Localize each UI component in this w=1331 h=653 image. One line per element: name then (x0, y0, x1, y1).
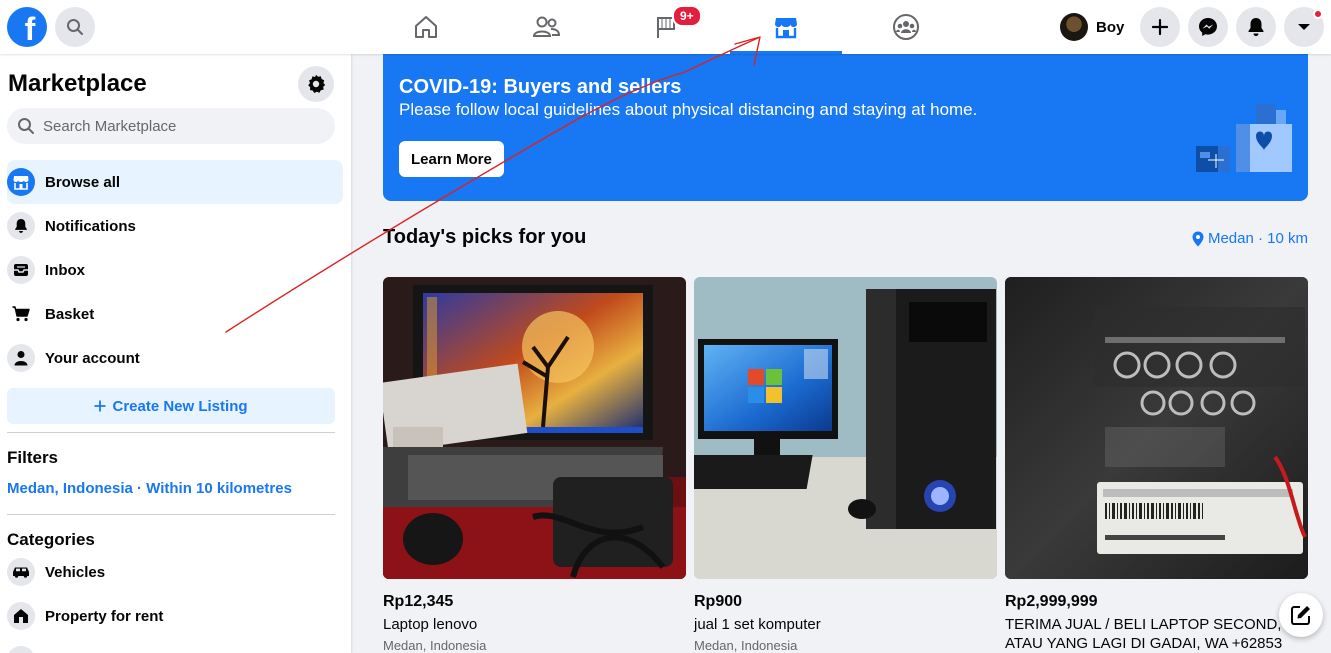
banner-title: COVID-19: Buyers and sellers (399, 76, 682, 98)
bell-icon (7, 212, 35, 240)
listing-title: TERIMA JUAL / BELI LAPTOP SECOND, ATAU Y… (1005, 616, 1283, 652)
tab-pages[interactable] (610, 0, 722, 54)
friends-icon (532, 16, 560, 37)
messenger-button[interactable] (1188, 7, 1228, 47)
marketplace-search[interactable] (7, 108, 335, 144)
notification-badge: 9+ (672, 5, 702, 27)
listing-card[interactable]: Rp12,345 Laptop lenovo Medan, Indonesia (383, 277, 686, 653)
location-label: Medan · 10 km (1207, 230, 1308, 247)
listing-title: Laptop lenovo (383, 616, 478, 633)
basket-icon (7, 300, 35, 328)
listing-card[interactable]: Rp2,999,999 TERIMA JUAL / BELI LAPTOP SE… (1005, 277, 1308, 653)
messenger-icon (1199, 18, 1217, 36)
search-icon (18, 118, 34, 134)
search-icon (67, 19, 83, 35)
category-label: Vehicles (45, 563, 106, 581)
listing-price: Rp900 (694, 593, 743, 610)
inbox-icon (7, 256, 35, 284)
profile-chip[interactable]: Boy (1056, 8, 1132, 46)
facebook-logo[interactable]: f (7, 7, 47, 47)
covid-banner: COVID-19: Buyers and sellers Please foll… (383, 54, 1308, 201)
sidebar-item-label: Notifications (45, 217, 136, 235)
listing-price: Rp12,345 (383, 593, 454, 610)
sidebar-item-notifications[interactable]: Notifications (7, 204, 343, 248)
settings-button[interactable] (298, 66, 334, 102)
sidebar-item-label: Basket (45, 305, 95, 323)
listing-card[interactable]: Rp900 jual 1 set komputer Medan, Indones… (694, 277, 997, 653)
plus-icon (94, 400, 106, 412)
sidebar-item-browse-all[interactable]: Browse all (7, 160, 343, 204)
location-pin-icon (1192, 231, 1204, 246)
profile-name: Boy (1096, 18, 1125, 36)
top-navigation-bar: f 9+ Boy (0, 0, 1331, 54)
tab-marketplace[interactable] (730, 0, 842, 54)
house-icon (7, 602, 35, 630)
marketplace-icon (775, 18, 797, 39)
category-property-for-rent[interactable]: Property for rent (7, 594, 343, 638)
caret-down-icon (1298, 24, 1310, 30)
location-selector[interactable]: Medan · 10 km (1192, 230, 1308, 247)
listing-location: Medan, Indonesia (694, 638, 798, 653)
listing-location: Medan, Indonesia (383, 638, 487, 653)
filters-heading: Filters (7, 448, 59, 467)
create-listing-button[interactable]: Create New Listing (7, 388, 335, 424)
tab-groups[interactable] (850, 0, 962, 54)
sidebar: Marketplace Browse all Notifications Inb… (0, 54, 351, 653)
listing-photo-computer[interactable] (694, 277, 997, 579)
divider (7, 514, 335, 515)
divider (7, 432, 335, 433)
sidebar-item-label: Inbox (45, 261, 85, 279)
learn-more-button[interactable]: Learn More (399, 141, 504, 177)
home-icon (415, 16, 437, 38)
listing-title: jual 1 set komputer (694, 616, 821, 633)
listing-photo-laptop[interactable] (383, 277, 686, 579)
picks-heading: Today's picks for you (383, 226, 587, 248)
search-input[interactable] (43, 117, 313, 135)
sidebar-item-basket[interactable]: Basket (7, 292, 343, 336)
groups-icon (893, 14, 919, 40)
car-icon (7, 558, 35, 586)
create-listing-label: Create New Listing (112, 397, 248, 415)
tab-friends[interactable] (490, 0, 602, 54)
sidebar-item-label: Your account (45, 349, 140, 367)
sidebar-item-your-account[interactable]: Your account (7, 336, 343, 380)
package-heart-illustration (1196, 104, 1292, 172)
create-button[interactable] (1140, 7, 1180, 47)
search-button[interactable] (55, 7, 95, 47)
categories-heading: Categories (7, 530, 95, 549)
sidebar-item-inbox[interactable]: Inbox (7, 248, 343, 292)
category-label: Property for rent (45, 607, 164, 625)
new-message-button[interactable] (1279, 593, 1323, 637)
shop-icon (7, 168, 35, 196)
banner-text: Please follow local guidelines about phy… (399, 100, 978, 119)
category-icon-partial (7, 646, 35, 653)
listing-price: Rp2,999,999 (1005, 593, 1098, 610)
page-title: Marketplace (8, 70, 147, 97)
notifications-button[interactable] (1236, 7, 1276, 47)
category-vehicles[interactable]: Vehicles (7, 550, 343, 594)
location-filter-link[interactable]: Medan, Indonesia · Within 10 kilometres (7, 480, 292, 497)
gear-icon (308, 74, 326, 93)
compose-icon (1291, 606, 1310, 625)
bell-icon (1248, 18, 1264, 36)
tab-home[interactable] (370, 0, 482, 54)
sidebar-item-label: Browse all (45, 173, 121, 191)
account-alert-dot (1313, 9, 1323, 19)
person-icon (7, 344, 35, 372)
listing-photo-laptop-bottom[interactable] (1005, 277, 1308, 579)
avatar (1060, 13, 1088, 41)
plus-icon (1152, 19, 1168, 35)
